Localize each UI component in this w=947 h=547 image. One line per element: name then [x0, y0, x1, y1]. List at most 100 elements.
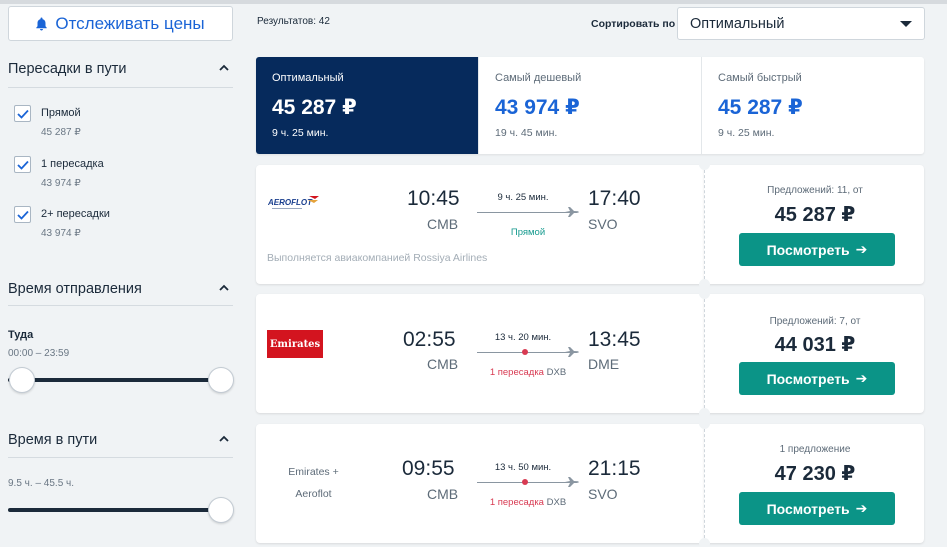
filter-option-price: 43 974 ₽ — [41, 228, 81, 239]
flight-price-panel: Предложений: 11, от 45 287 ₽ Посмотреть … — [699, 159, 924, 290]
depart-time: 10:45 — [407, 187, 460, 210]
arrow-right-icon: ➔ — [855, 370, 868, 386]
departure-slider-track[interactable] — [8, 378, 222, 382]
tab-optimal[interactable]: Оптимальный 45 287 ₽ 9 ч. 25 мин. — [256, 57, 478, 154]
view-button-label: Посмотреть — [766, 500, 850, 517]
plane-icon — [565, 477, 579, 487]
flight-card[interactable]: Emirates + Aeroflot 09:55 CMB 13 ч. 50 м… — [256, 418, 924, 547]
track-prices-label: Отслеживать цены — [55, 13, 205, 33]
depart-airport: CMB — [427, 486, 459, 502]
tab-price: 45 287 ₽ — [272, 96, 357, 119]
tab-cheapest[interactable]: Самый дешевый 43 974 ₽ 19 ч. 45 мин. — [478, 57, 701, 154]
ticket-notch — [699, 159, 710, 170]
flight-duration: 13 ч. 20 мин. — [494, 332, 552, 343]
arrive-airport: SVO — [588, 486, 618, 502]
departure-filter-title: Время отправления — [8, 281, 142, 297]
arrive-airport: DME — [588, 356, 620, 372]
plane-icon — [565, 207, 579, 217]
flight-price: 45 287 ₽ — [774, 204, 856, 226]
tab-title: Самый быстрый — [718, 72, 802, 84]
travel-time-filter-title: Время в пути — [8, 432, 98, 448]
stops-label: 1 пересадка DXB — [489, 497, 567, 508]
tab-title: Оптимальный — [272, 72, 344, 84]
filter-option-label: 2+ пересадки — [41, 208, 110, 220]
stops-label: 1 пересадка DXB — [489, 367, 567, 378]
tab-title: Самый дешевый — [495, 72, 582, 84]
sort-selected-value: Оптимальный — [690, 15, 785, 32]
flight-price: 47 230 ₽ — [774, 463, 856, 485]
sort-label: Сортировать по — [591, 18, 676, 30]
ticket-notch — [699, 288, 710, 299]
arrive-time: 13:45 — [588, 328, 641, 351]
filter-option-two-plus-transfers[interactable]: 2+ пересадки 43 974 ₽ — [14, 206, 110, 239]
stops-label: Прямой — [510, 227, 546, 238]
filter-option-direct[interactable]: Прямой 45 287 ₽ — [14, 105, 81, 138]
top-border — [0, 0, 947, 4]
checkmark-icon — [16, 160, 29, 170]
view-button-label: Посмотреть — [766, 370, 850, 387]
flight-price: 44 031 ₽ — [774, 334, 856, 356]
flight-details: Emirates 02:55 CMB 13 ч. 20 мин. 1 перес… — [256, 294, 704, 413]
arrive-airport: SVO — [588, 216, 618, 232]
flight-duration: 9 ч. 25 мин. — [497, 192, 549, 203]
caret-down-icon — [900, 21, 912, 27]
tab-fastest[interactable]: Самый быстрый 45 287 ₽ 9 ч. 25 мин. — [701, 57, 924, 154]
filter-option-price: 45 287 ₽ — [41, 127, 81, 138]
departure-slider-min-handle[interactable] — [9, 367, 35, 393]
arrive-time: 17:40 — [588, 187, 641, 210]
flight-duration: 13 ч. 50 мин. — [494, 462, 552, 473]
tab-price: 43 974 ₽ — [495, 96, 580, 119]
departure-range-value: 00:00 – 23:59 — [8, 348, 70, 359]
checkbox[interactable] — [14, 206, 31, 223]
filter-option-label: Прямой — [41, 107, 81, 119]
ticket-notch — [699, 538, 710, 547]
operated-by-text: Выполняется авиакомпанией Rossiya Airlin… — [267, 252, 488, 264]
travel-time-range-value: 9.5 ч. – 45.5 ч. — [8, 478, 75, 489]
travel-time-slider-max-handle[interactable] — [208, 497, 234, 523]
aeroflot-logo: AEROFLOT — [268, 196, 319, 209]
flight-price-panel: 1 предложение 47 230 ₽ Посмотреть ➔ — [699, 418, 924, 547]
transfer-dot — [522, 349, 528, 355]
ticket-notch — [699, 418, 710, 429]
depart-time: 02:55 — [403, 328, 456, 351]
route-line — [477, 212, 577, 213]
track-prices-button[interactable]: Отслеживать цены — [8, 6, 233, 41]
chevron-up-icon[interactable] — [218, 282, 230, 294]
checkbox[interactable] — [14, 156, 31, 173]
arrow-right-icon: ➔ — [855, 241, 868, 257]
view-offer-button[interactable]: Посмотреть ➔ — [739, 362, 895, 395]
bell-icon — [36, 17, 48, 31]
plane-icon — [565, 347, 579, 357]
flight-card[interactable]: Emirates 02:55 CMB 13 ч. 20 мин. 1 перес… — [256, 288, 924, 419]
filter-option-label: 1 пересадка — [41, 158, 104, 170]
checkmark-icon — [16, 210, 29, 220]
offers-count: 1 предложение — [779, 444, 851, 455]
chevron-up-icon[interactable] — [218, 433, 230, 445]
tab-duration: 19 ч. 45 мин. — [495, 127, 558, 139]
flight-details: AEROFLOT 10:45 CMB 9 ч. 25 мин. Прямой 1… — [256, 165, 704, 284]
departure-slider-max-handle[interactable] — [208, 367, 234, 393]
sort-tabs: Оптимальный 45 287 ₽ 9 ч. 25 мин. Самый … — [256, 57, 924, 154]
flight-details: Emirates + Aeroflot 09:55 CMB 13 ч. 50 м… — [256, 424, 704, 543]
chevron-up-icon[interactable] — [218, 62, 230, 74]
departure-direction-label: Туда — [8, 329, 34, 341]
filter-option-price: 43 974 ₽ — [41, 178, 81, 189]
travel-time-slider-track[interactable] — [8, 508, 222, 512]
arrive-time: 21:15 — [588, 457, 641, 480]
offers-count: Предложений: 11, от — [767, 185, 863, 196]
transfers-filter-title: Пересадки в пути — [8, 61, 127, 77]
flight-card[interactable]: AEROFLOT 10:45 CMB 9 ч. 25 мин. Прямой 1… — [256, 159, 924, 290]
filter-option-one-transfer[interactable]: 1 пересадка 43 974 ₽ — [14, 156, 104, 189]
tab-price: 45 287 ₽ — [718, 96, 803, 119]
view-offer-button[interactable]: Посмотреть ➔ — [739, 233, 895, 266]
sort-select[interactable]: Оптимальный — [677, 7, 925, 40]
checkmark-icon — [16, 109, 29, 119]
depart-time: 09:55 — [402, 457, 455, 480]
view-button-label: Посмотреть — [766, 241, 850, 258]
view-offer-button[interactable]: Посмотреть ➔ — [739, 492, 895, 525]
emirates-logo: Emirates — [267, 330, 323, 358]
flight-price-panel: Предложений: 7, от 44 031 ₽ Посмотреть ➔ — [699, 288, 924, 419]
checkbox[interactable] — [14, 105, 31, 122]
depart-airport: CMB — [427, 216, 459, 232]
divider — [8, 305, 233, 306]
